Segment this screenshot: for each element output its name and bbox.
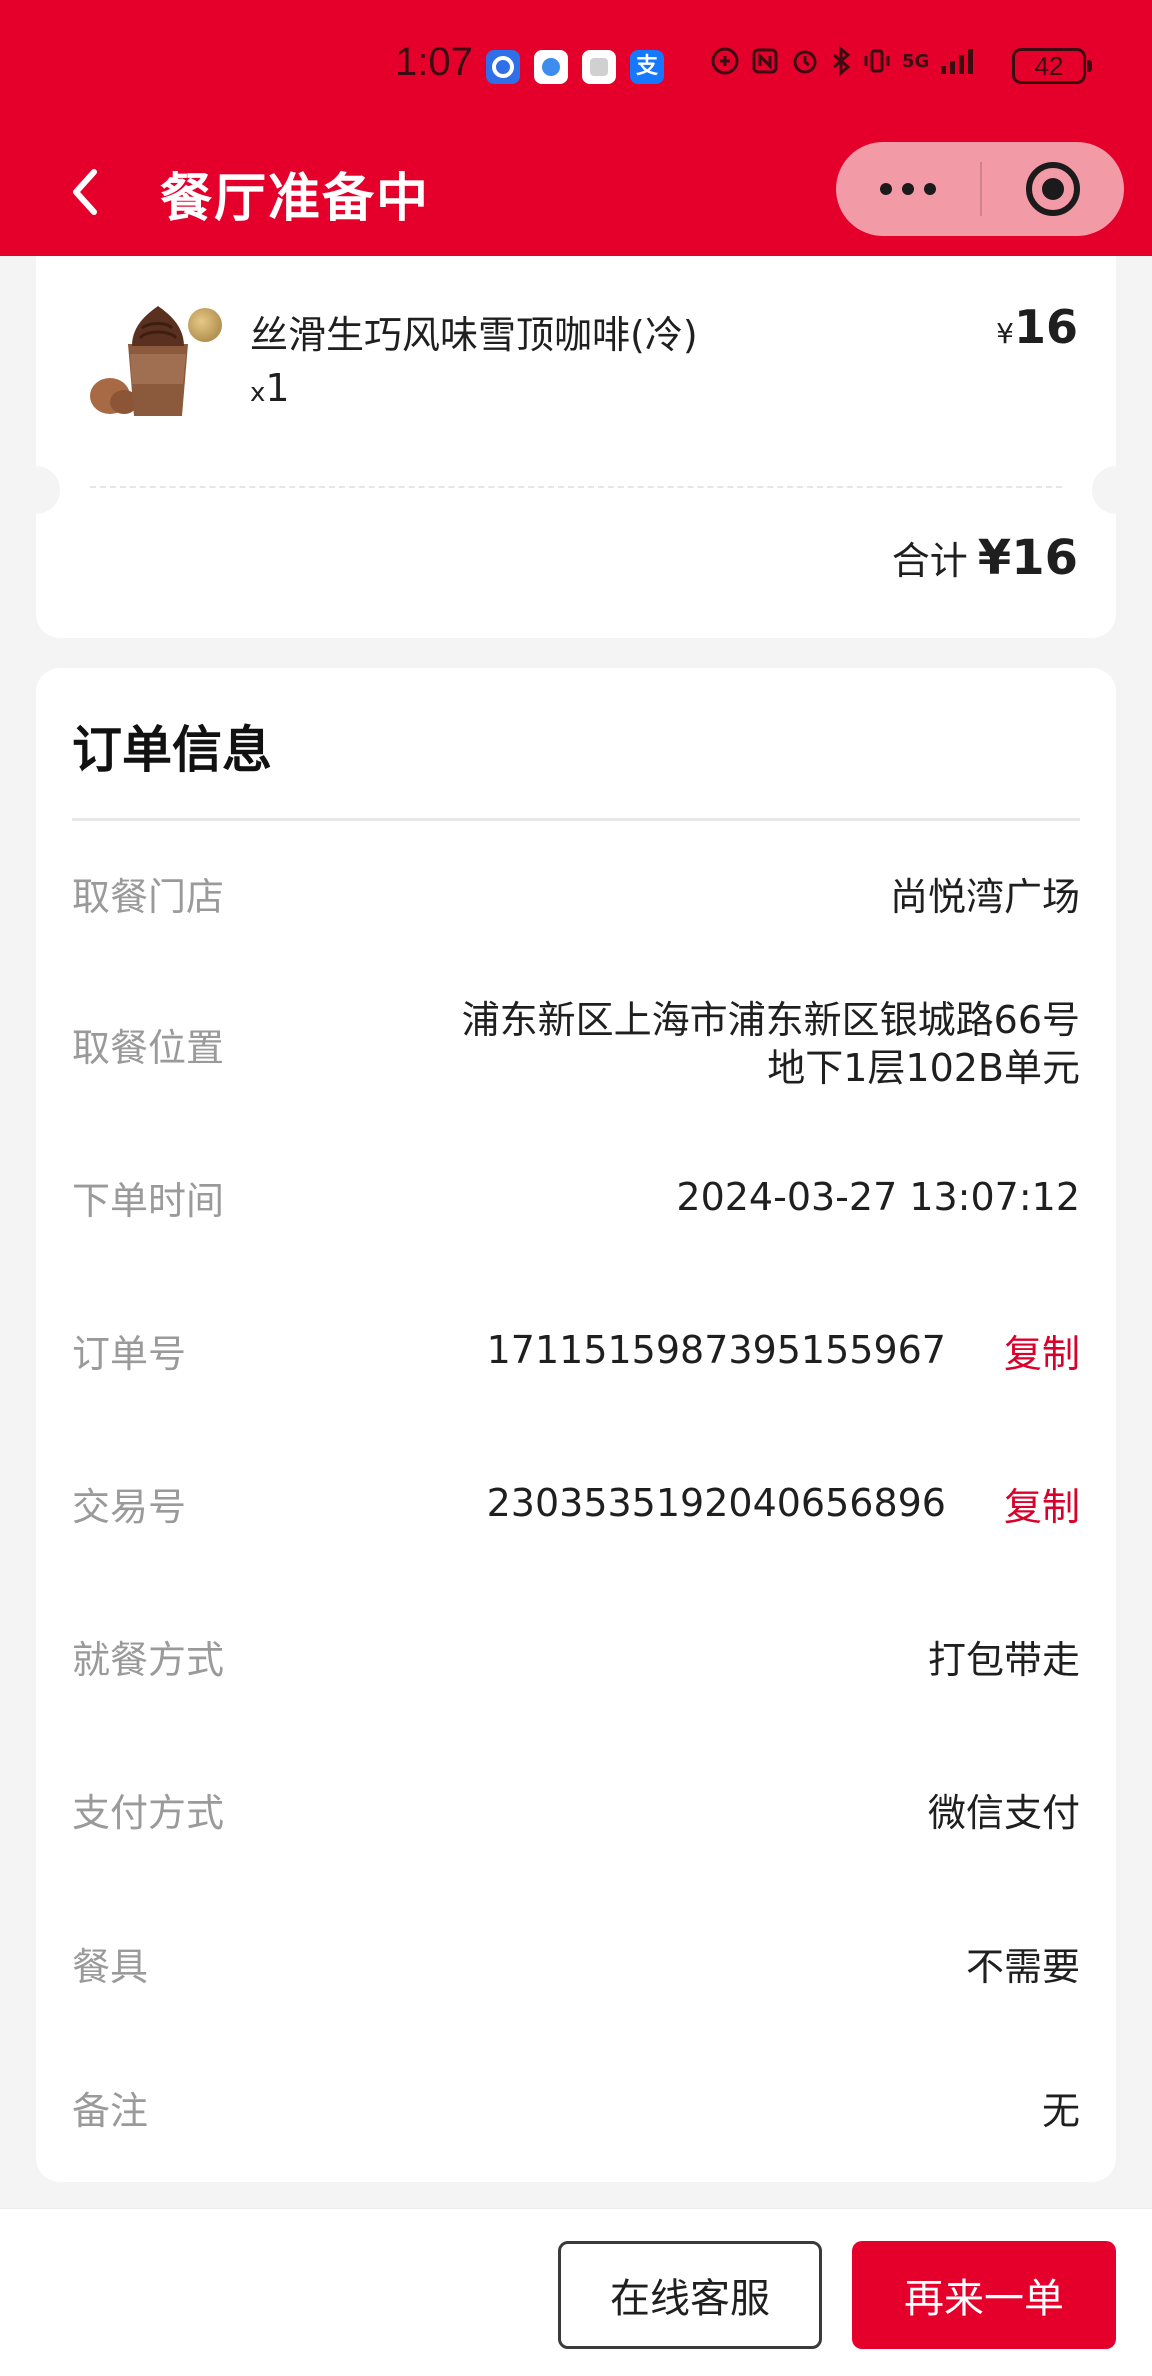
close-miniprogram-icon[interactable]	[1026, 162, 1080, 216]
transaction-number-group: 2303535192040656896 复制	[487, 1476, 1080, 1531]
row-label: 餐具	[72, 1944, 149, 1989]
copy-transaction-number-button[interactable]: 复制	[1004, 1476, 1080, 1531]
row-label: 就餐方式	[72, 1637, 225, 1682]
transaction-number-value: 2303535192040656896	[486, 1481, 946, 1525]
signal-icon	[941, 49, 974, 74]
row-label: 交易号	[72, 1484, 187, 1529]
row-label: 取餐门店	[72, 874, 225, 919]
pickup-address: 浦东新区上海市浦东新区银城路66号 地下1层102B单元	[462, 996, 1080, 1092]
address-line-1: 浦东新区上海市浦东新区银城路66号	[461, 998, 1080, 1042]
alipay-icon: 支	[630, 50, 664, 84]
battery-indicator: 42	[1012, 48, 1092, 84]
miniprogram-capsule	[836, 142, 1124, 236]
info-row-dining-method: 就餐方式 打包带走	[72, 1611, 1080, 1701]
order-total: 合计 ¥16	[892, 530, 1078, 586]
section-divider	[72, 818, 1080, 821]
row-value: 2024-03-27 13:07:12	[676, 1175, 1080, 1219]
info-row-order-number: 订单号 1711515987395155967 复制	[72, 1305, 1080, 1395]
address-line-2: 地下1层102B单元	[767, 1046, 1080, 1090]
product-quantity: x1	[250, 366, 290, 410]
info-row-location: 取餐位置 浦东新区上海市浦东新区银城路66号 地下1层102B单元	[72, 984, 1080, 1104]
order-info-card: 订单信息 取餐门店 尚悦湾广场 取餐位置 浦东新区上海市浦东新区银城路66号 地…	[36, 668, 1116, 2182]
order-items-card: 丝滑生巧风味雪顶咖啡(冷) x1 ¥16 合计 ¥16	[12, 256, 1140, 638]
copy-order-number-button[interactable]: 复制	[1004, 1323, 1080, 1378]
row-value: 打包带走	[927, 1637, 1080, 1682]
nfc-icon	[752, 48, 778, 74]
app-icon-blue	[486, 50, 520, 84]
reorder-button[interactable]: 再来一单	[852, 2241, 1116, 2349]
row-label: 支付方式	[72, 1790, 225, 1835]
more-icon[interactable]	[836, 142, 980, 236]
row-value: 尚悦湾广场	[889, 874, 1080, 919]
coffee-badge-icon	[188, 308, 222, 342]
info-row-order-time: 下单时间 2024-03-27 13:07:12	[72, 1152, 1080, 1242]
alarm-icon	[793, 50, 817, 74]
ticket-notch-left	[12, 466, 60, 514]
back-arrow-icon[interactable]	[58, 162, 118, 222]
row-value: 无	[1041, 2088, 1080, 2133]
info-row-tableware: 餐具 不需要	[72, 1918, 1080, 2008]
order-number-group: 1711515987395155967 复制	[487, 1323, 1080, 1378]
row-label: 订单号	[72, 1331, 187, 1376]
order-number-value: 1711515987395155967	[486, 1328, 946, 1372]
total-label: 合计	[891, 539, 968, 583]
online-service-button[interactable]: 在线客服	[558, 2241, 822, 2349]
row-label: 取餐位置	[72, 1025, 225, 1070]
app-icon-doc	[534, 50, 568, 84]
total-amount: ¥16	[977, 530, 1078, 586]
info-row-transaction-number: 交易号 2303535192040656896 复制	[72, 1458, 1080, 1548]
quantity-prefix: x	[250, 378, 266, 408]
vibrate-icon	[864, 49, 890, 73]
status-indicators: 5G	[710, 46, 979, 76]
ticket-notch-right	[1092, 466, 1140, 514]
product-name: 丝滑生巧风味雪顶咖啡(冷)	[250, 313, 698, 357]
order-info-title: 订单信息	[72, 721, 272, 779]
app-icon-db	[582, 50, 616, 84]
quantity-value: 1	[265, 366, 290, 410]
bottom-action-bar: 在线客服 再来一单	[0, 2208, 1152, 2376]
row-value: 微信支付	[927, 1790, 1080, 1835]
capsule-divider	[980, 162, 982, 216]
row-value: 不需要	[965, 1944, 1080, 1989]
dashed-divider	[90, 486, 1062, 488]
product-price: ¥16	[996, 300, 1078, 354]
nav-bar: 餐厅准备中	[0, 128, 1152, 256]
currency-symbol: ¥	[996, 317, 1014, 350]
row-label: 备注	[72, 2088, 149, 2133]
page-title: 餐厅准备中	[160, 169, 431, 229]
network-type: 5G	[902, 50, 930, 72]
data-saver-icon	[711, 47, 739, 75]
status-bar: 1:07 支 5G 42	[0, 0, 1152, 128]
price-value: 16	[1013, 300, 1078, 354]
info-row-store: 取餐门店 尚悦湾广场	[72, 848, 1080, 938]
status-time: 1:07	[395, 40, 473, 84]
bluetooth-icon	[833, 46, 851, 76]
info-row-remarks: 备注 无	[72, 2062, 1080, 2152]
row-label: 下单时间	[72, 1178, 225, 1223]
info-row-payment-method: 支付方式 微信支付	[72, 1764, 1080, 1854]
